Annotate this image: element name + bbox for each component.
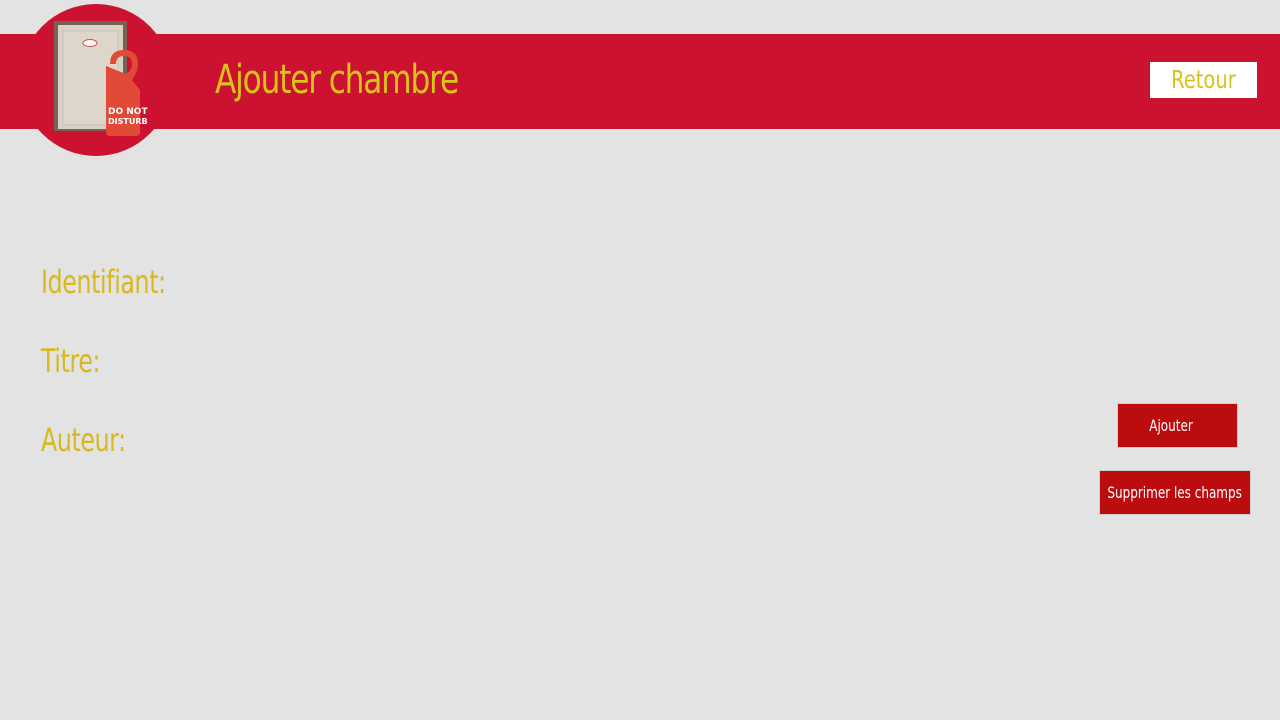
clear-fields-button-label: Supprimer les champs <box>1107 483 1243 502</box>
logo-text-line1: DO NOT <box>108 107 148 117</box>
add-button[interactable]: Ajouter <box>1117 403 1238 448</box>
header-bar <box>0 34 1280 129</box>
add-button-label: Ajouter <box>1149 416 1194 435</box>
back-button-label: Retour <box>1171 65 1236 94</box>
door-do-not-disturb-icon: DO NOT DISTURB <box>54 21 148 136</box>
logo-text-line2: DISTURB <box>108 117 148 126</box>
author-label: Auteur: <box>41 421 126 459</box>
back-button[interactable]: Retour <box>1150 62 1257 98</box>
page-title: Ajouter chambre <box>215 57 459 103</box>
logo: DO NOT DISTURB <box>20 4 172 156</box>
identifier-label: Identifiant: <box>41 263 166 301</box>
page: DO NOT DISTURB Ajouter chambre Retour Id… <box>0 0 1280 720</box>
clear-fields-button[interactable]: Supprimer les champs <box>1099 470 1251 515</box>
title-label: Titre: <box>41 342 101 380</box>
